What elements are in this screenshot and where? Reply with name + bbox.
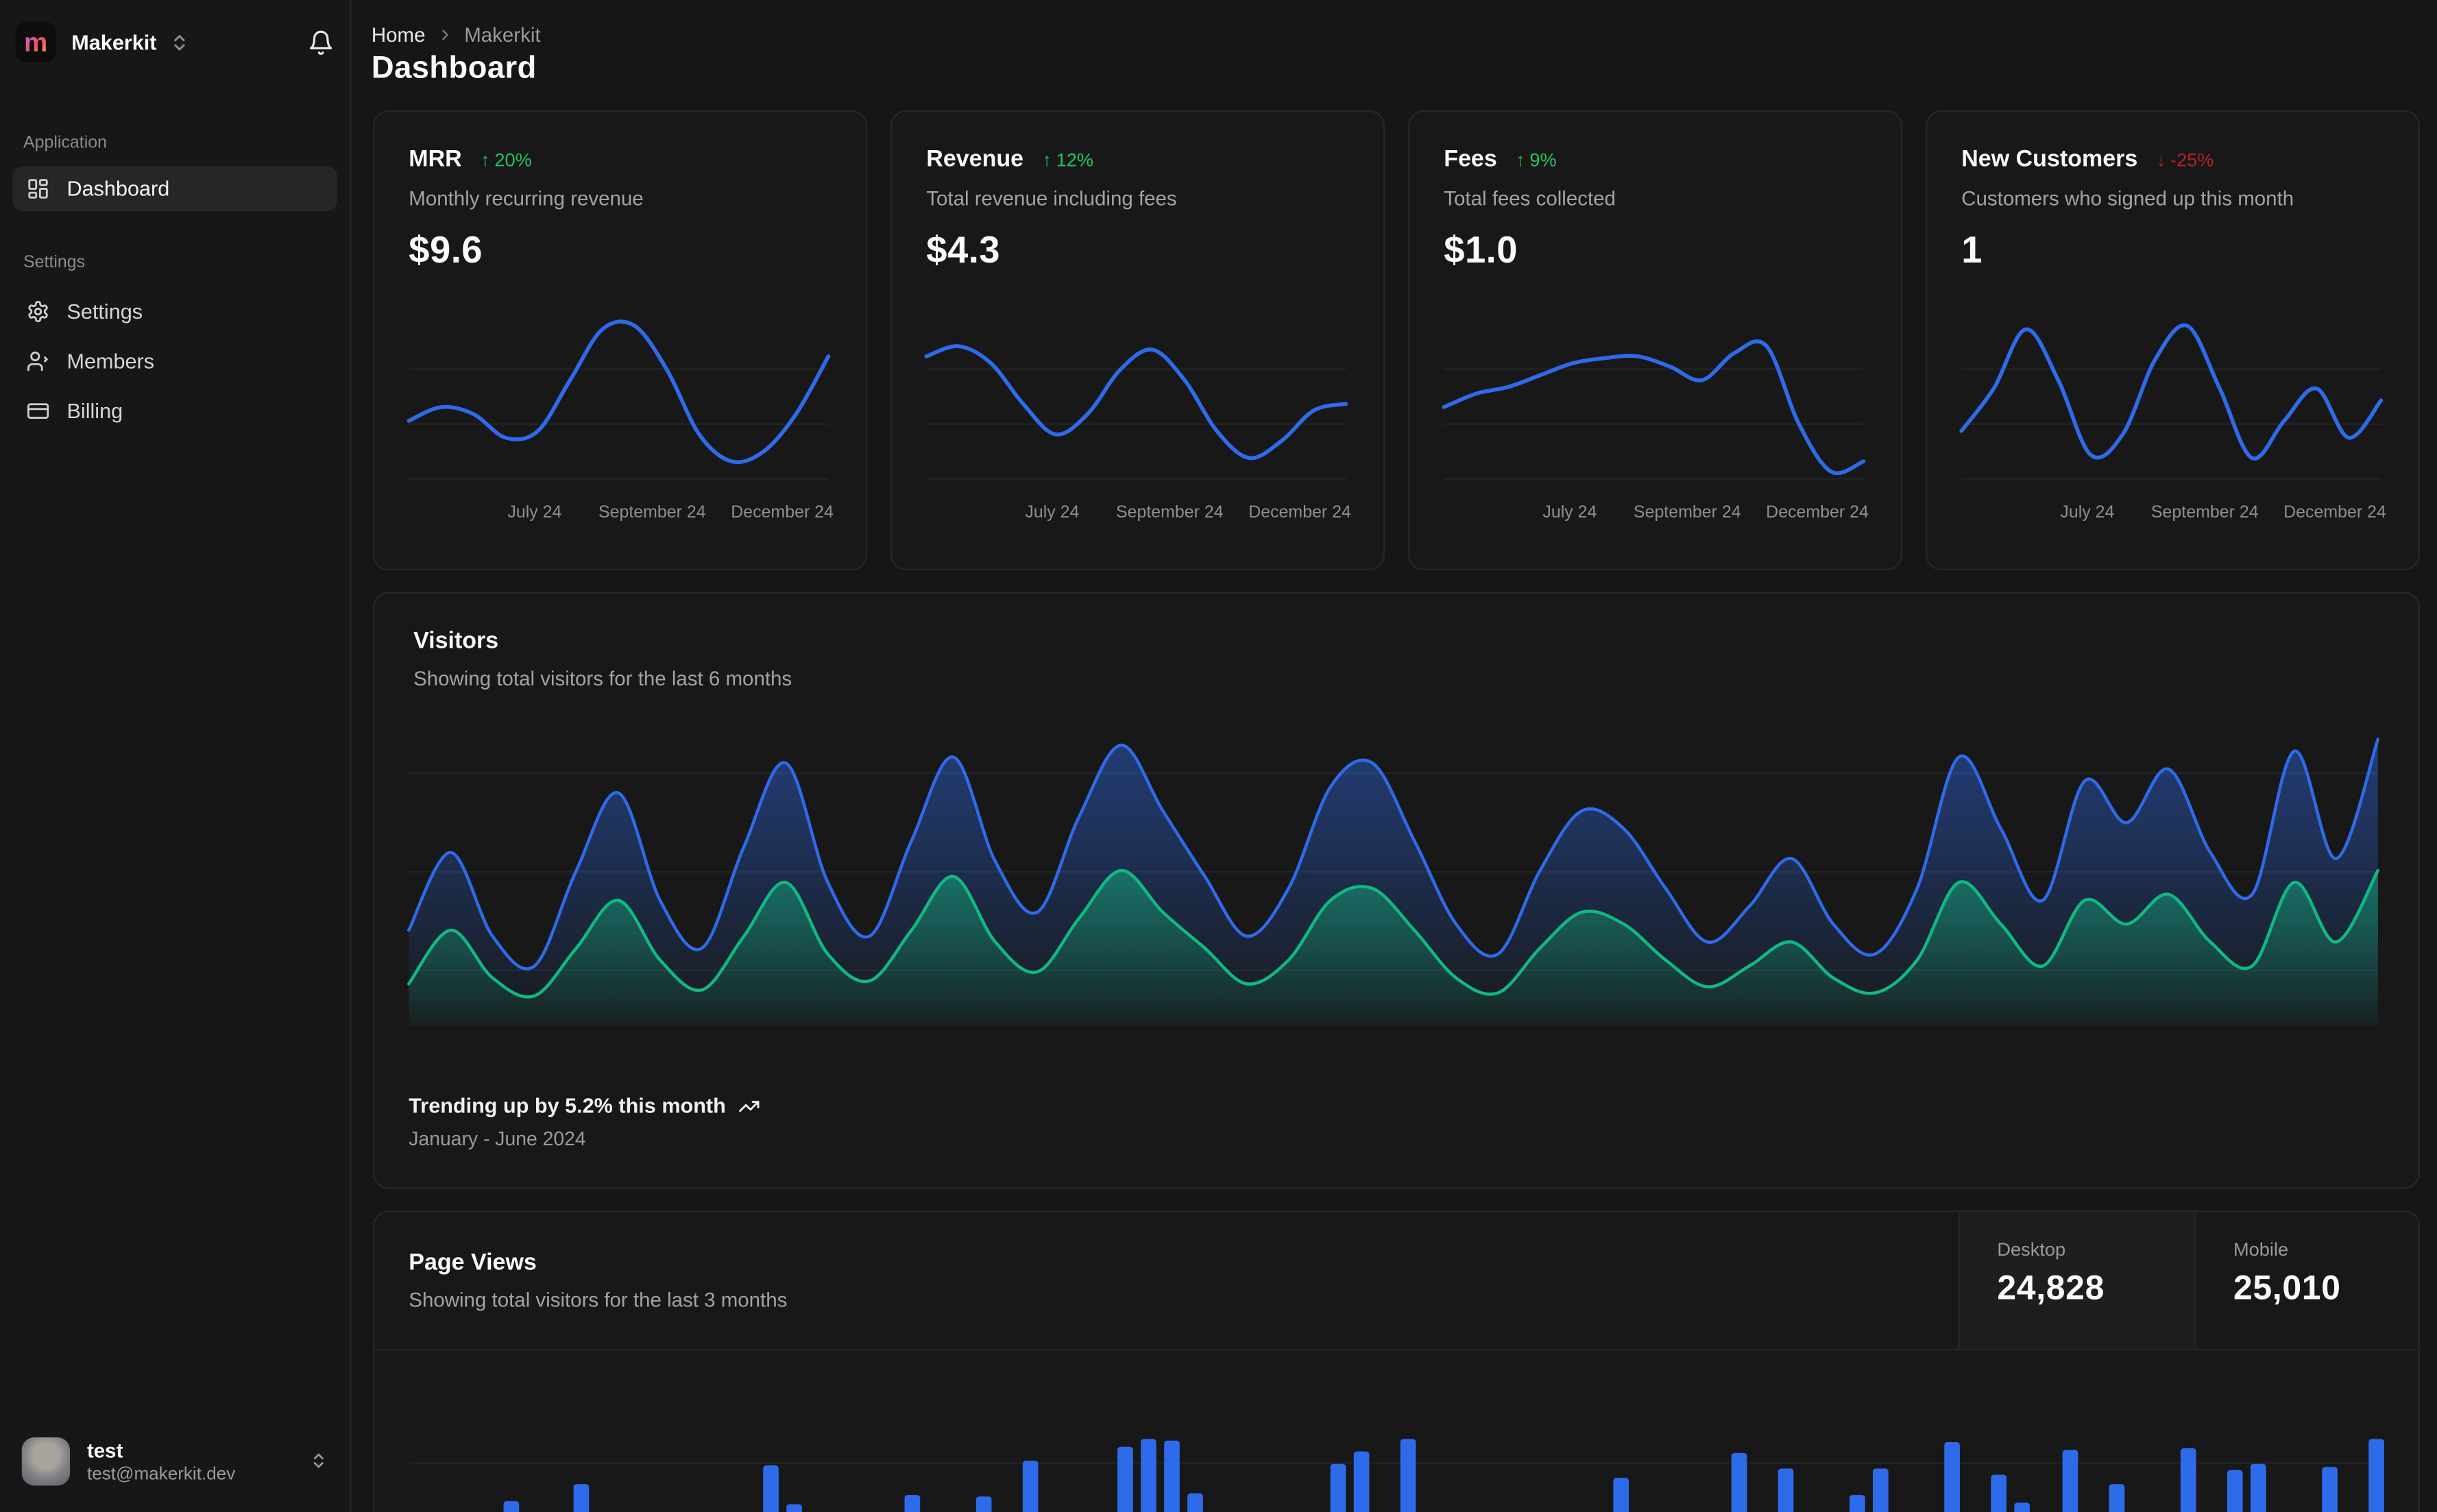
stat-card-fees: Fees ↑ 9% Total fees collected $1.0 July … <box>1408 110 1903 571</box>
tab-desktop[interactable]: Desktop 24,828 <box>1958 1212 2195 1349</box>
trending-up-icon <box>738 1095 760 1117</box>
stat-card-mrr: MRR ↑ 20% Monthly recurring revenue $9.6 … <box>373 110 868 571</box>
customers-sparkline-chart <box>1959 304 2384 494</box>
stat-card-new-customers: New Customers ↓ -25% Customers who signed… <box>1926 110 2421 571</box>
user-name: test <box>86 1438 123 1462</box>
fees-sparkline-chart <box>1442 304 1866 494</box>
user-menu[interactable]: test test@makerkit.dev <box>12 1425 337 1496</box>
gear-icon <box>27 300 50 324</box>
visitors-date-range: January - June 2024 <box>409 1128 586 1150</box>
stat-title: Fees <box>1444 146 1497 173</box>
visitors-footer: Trending up by 5.2% this month January -… <box>409 1094 760 1150</box>
sidebar-item-dashboard[interactable]: Dashboard <box>12 166 337 212</box>
stat-subtitle: Customers who signed up this month <box>1961 186 2294 210</box>
tab-value: 24,828 <box>1997 1268 2105 1307</box>
arrow-up-icon: ↑ <box>480 148 490 171</box>
arrow-up-icon: ↑ <box>1516 148 1525 171</box>
x-axis: July 24 September 24 December 24 <box>2060 503 2386 522</box>
credit-card-icon <box>27 400 50 423</box>
x-axis: July 24 September 24 December 24 <box>1025 503 1351 522</box>
stat-subtitle: Total revenue including fees <box>926 186 1177 210</box>
tab-mobile[interactable]: Mobile 25,010 <box>2194 1212 2421 1349</box>
users-icon <box>27 350 50 373</box>
trend-badge: ↑ 9% <box>1516 148 1557 171</box>
sidebar: m Makerkit Application Dashboard Setting… <box>0 0 352 1512</box>
x-axis: July 24 September 24 December 24 <box>507 503 834 522</box>
sidebar-item-billing[interactable]: Billing <box>12 389 337 434</box>
trend-badge: ↓ -25% <box>2156 148 2214 171</box>
makerkit-logo: m <box>15 21 56 62</box>
trend-badge: ↑ 12% <box>1042 148 1094 171</box>
tab-value: 25,010 <box>2233 1268 2341 1307</box>
stat-title: New Customers <box>1961 146 2138 173</box>
page-title: Dashboard <box>371 51 537 86</box>
sidebar-item-label: Members <box>66 350 155 374</box>
sidebar-item-members[interactable]: Members <box>12 339 337 384</box>
stat-title: MRR <box>409 146 462 173</box>
sidebar-item-settings[interactable]: Settings <box>12 289 337 334</box>
revenue-sparkline-chart <box>924 304 1348 494</box>
trend-badge: ↑ 20% <box>480 148 532 171</box>
dashboard-app: m Makerkit Application Dashboard Setting… <box>0 0 2437 1512</box>
x-axis: July 24 September 24 December 24 <box>1542 503 1869 522</box>
section-label-settings: Settings <box>23 253 86 272</box>
visitors-subtitle: Showing total visitors for the last 6 mo… <box>413 666 792 690</box>
breadcrumb-current[interactable]: Makerkit <box>464 23 540 47</box>
arrow-up-icon: ↑ <box>1042 148 1052 171</box>
stat-card-revenue: Revenue ↑ 12% Total revenue including fee… <box>890 110 1385 571</box>
tab-label: Desktop <box>1997 1238 2066 1260</box>
sidebar-item-label: Settings <box>66 300 143 324</box>
notifications-button[interactable] <box>308 29 335 56</box>
stat-value: $4.3 <box>926 230 1000 272</box>
stat-title: Revenue <box>926 146 1024 173</box>
breadcrumb: Home Makerkit <box>372 23 541 47</box>
dashboard-icon <box>27 177 50 200</box>
visitors-area-chart[interactable] <box>407 718 2380 1026</box>
sidebar-item-label: Billing <box>66 399 123 423</box>
stat-subtitle: Monthly recurring revenue <box>409 186 644 210</box>
breadcrumb-home-link[interactable]: Home <box>372 23 426 47</box>
arrow-down-icon: ↓ <box>2156 148 2166 171</box>
stat-subtitle: Total fees collected <box>1444 186 1616 210</box>
page-views-bar-chart[interactable] <box>409 1350 2384 1512</box>
workspace-selector[interactable] <box>169 32 189 51</box>
page-views-subtitle: Showing total visitors for the last 3 mo… <box>409 1288 788 1312</box>
chevrons-up-down-icon <box>173 34 184 50</box>
tab-label: Mobile <box>2233 1238 2289 1260</box>
visitors-trend-text: Trending up by 5.2% this month <box>409 1094 726 1118</box>
page-views-title: Page Views <box>409 1249 537 1276</box>
user-avatar <box>21 1437 71 1485</box>
section-label-application: Application <box>23 133 108 153</box>
workspace-name: Makerkit <box>71 30 157 54</box>
mrr-sparkline-chart <box>407 304 831 494</box>
chevrons-up-down-icon <box>309 1452 328 1470</box>
sidebar-item-label: Dashboard <box>66 177 170 201</box>
stat-value: $9.6 <box>409 230 483 272</box>
stat-value: 1 <box>1961 230 1983 272</box>
page-views-card: Page Views Showing total visitors for th… <box>373 1210 2421 1512</box>
chart-gridline <box>409 1462 2384 1464</box>
visitors-card: Visitors Showing total visitors for the … <box>373 592 2421 1189</box>
visitors-title: Visitors <box>413 627 499 655</box>
bell-icon <box>310 29 332 54</box>
chevron-right-icon <box>436 27 453 44</box>
user-email: test@makerkit.dev <box>86 1464 236 1484</box>
stat-value: $1.0 <box>1444 230 1518 272</box>
page-views-header: Page Views Showing total visitors for th… <box>374 1212 2421 1351</box>
